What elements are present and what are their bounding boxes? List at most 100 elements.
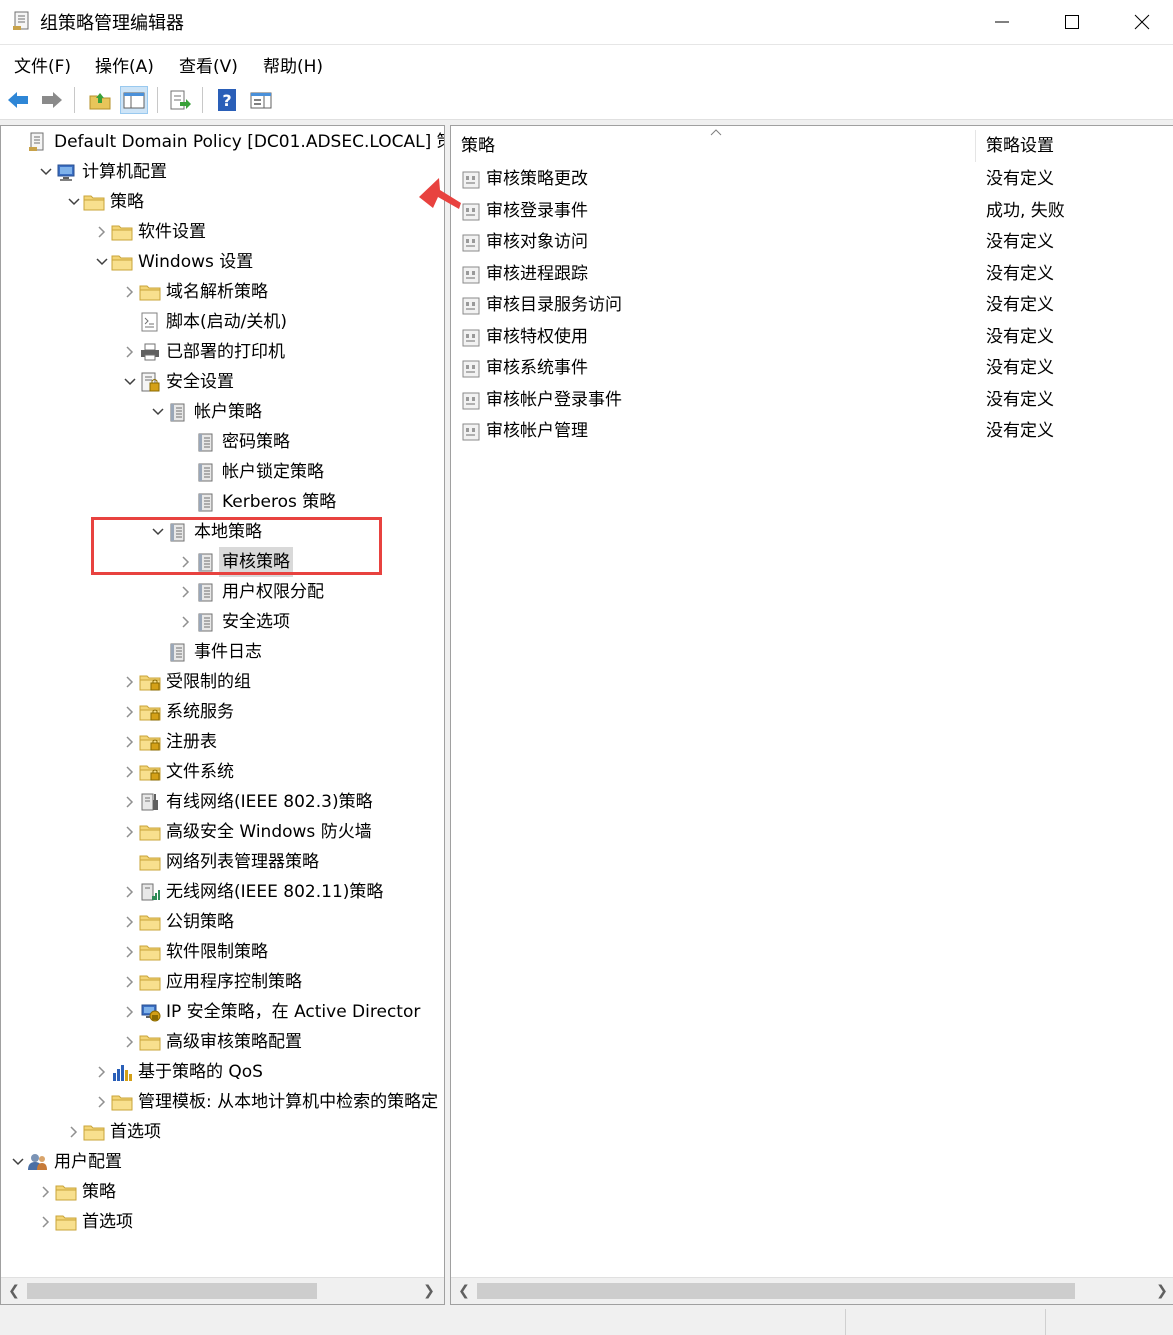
tree-node-label[interactable]: IP 安全策略，在 Active Director (163, 997, 423, 1027)
tree-node-label[interactable]: 安全选项 (219, 607, 293, 637)
chevron-right-icon[interactable] (123, 337, 137, 367)
tree-node-label[interactable]: 计算机配置 (79, 157, 170, 187)
tree-node-label[interactable]: 系统服务 (163, 697, 237, 727)
maximize-button[interactable] (1037, 0, 1107, 44)
close-button[interactable] (1107, 0, 1173, 44)
tree-node-label[interactable]: 软件限制策略 (163, 937, 271, 967)
tree-node-label[interactable]: 脚本(启动/关机) (163, 307, 290, 337)
policy-row[interactable]: 审核策略更改 没有定义 (451, 164, 1173, 195)
policy-row[interactable]: 审核帐户管理 没有定义 (451, 416, 1173, 447)
scrollbar-thumb[interactable] (477, 1283, 1075, 1299)
chevron-right-icon[interactable] (123, 877, 137, 907)
tree-node-label[interactable]: 域名解析策略 (163, 277, 271, 307)
tree-node-label[interactable]: 注册表 (163, 727, 220, 757)
tree-node-label[interactable]: 公钥策略 (163, 907, 237, 937)
tree-node[interactable]: Default Domain Policy [DC01.ADSEC.LOCAL]… (1, 127, 444, 157)
tree-node-label[interactable]: 密码策略 (219, 427, 293, 457)
tree-node-label[interactable]: 受限制的组 (163, 667, 254, 697)
tree-node[interactable]: 注册表 (1, 727, 444, 757)
tree-node[interactable]: 策略 (1, 187, 444, 217)
menu-file[interactable]: 文件(F) (14, 52, 71, 77)
tree-node-label[interactable]: 网络列表管理器策略 (163, 847, 322, 877)
tree-node-label[interactable]: 安全设置 (163, 367, 237, 397)
policy-row[interactable]: 审核帐户登录事件 没有定义 (451, 385, 1173, 416)
chevron-right-icon[interactable] (123, 937, 137, 967)
chevron-right-icon[interactable] (123, 1027, 137, 1057)
chevron-right-icon[interactable] (95, 1087, 109, 1117)
column-divider[interactable] (975, 130, 976, 162)
tree-node-label[interactable]: 策略 (107, 187, 147, 217)
tree-node[interactable]: 用户权限分配 (1, 577, 444, 607)
tree-node-label[interactable]: Default Domain Policy [DC01.ADSEC.LOCAL]… (51, 127, 444, 157)
tree-node-label[interactable]: 高级审核策略配置 (163, 1027, 305, 1057)
tree-node-label[interactable]: 帐户策略 (191, 397, 265, 427)
properties-pane-button[interactable] (247, 86, 275, 114)
tree-node[interactable]: 安全设置 (1, 367, 444, 397)
policy-row[interactable]: 审核目录服务访问 没有定义 (451, 290, 1173, 321)
tree-node[interactable]: 域名解析策略 (1, 277, 444, 307)
tree-node[interactable]: 首选项 (1, 1207, 444, 1237)
chevron-down-icon[interactable] (95, 247, 109, 277)
policy-row[interactable]: 审核特权使用 没有定义 (451, 322, 1173, 353)
export-list-button[interactable] (166, 86, 194, 114)
tree-node[interactable]: 计算机配置 (1, 157, 444, 187)
menu-help[interactable]: 帮助(H) (263, 52, 323, 77)
tree-node-label[interactable]: Windows 设置 (135, 247, 256, 277)
chevron-right-icon[interactable] (179, 577, 193, 607)
tree-node-label[interactable]: 用户权限分配 (219, 577, 327, 607)
minimize-button[interactable] (967, 0, 1037, 44)
tree-node-label[interactable]: 用户配置 (51, 1147, 125, 1177)
tree-node-label[interactable]: 已部署的打印机 (163, 337, 288, 367)
tree-node[interactable]: Windows 设置 (1, 247, 444, 277)
tree-node-label[interactable]: 首选项 (79, 1207, 136, 1237)
policy-row[interactable]: 审核系统事件 没有定义 (451, 353, 1173, 384)
scroll-right-icon[interactable]: ❯ (420, 1281, 438, 1301)
chevron-right-icon[interactable] (123, 727, 137, 757)
tree-node[interactable]: 应用程序控制策略 (1, 967, 444, 997)
scroll-right-icon[interactable]: ❯ (1153, 1281, 1171, 1301)
help-button[interactable]: ? (213, 86, 241, 114)
tree-node[interactable]: 基于策略的 QoS (1, 1057, 444, 1087)
policy-row[interactable]: 审核登录事件 成功, 失败 (451, 196, 1173, 227)
tree-node-label[interactable]: 有线网络(IEEE 802.3)策略 (163, 787, 376, 817)
chevron-down-icon[interactable] (123, 367, 137, 397)
chevron-right-icon[interactable] (95, 1057, 109, 1087)
chevron-right-icon[interactable] (123, 277, 137, 307)
chevron-right-icon[interactable] (39, 1207, 53, 1237)
tree-node-label[interactable]: 文件系统 (163, 757, 237, 787)
chevron-right-icon[interactable] (179, 607, 193, 637)
tree-node-label[interactable]: 首选项 (107, 1117, 164, 1147)
show-hide-tree-button[interactable] (120, 86, 148, 114)
tree-node[interactable]: 帐户锁定策略 (1, 457, 444, 487)
scrollbar-thumb[interactable] (27, 1283, 317, 1299)
chevron-right-icon[interactable] (123, 997, 137, 1027)
column-header-setting[interactable]: 策略设置 (986, 126, 1054, 166)
tree-node[interactable]: 无线网络(IEEE 802.11)策略 (1, 877, 444, 907)
tree-node[interactable]: 策略 (1, 1177, 444, 1207)
chevron-down-icon[interactable] (39, 157, 53, 187)
chevron-right-icon[interactable] (123, 697, 137, 727)
policy-row[interactable]: 审核对象访问 没有定义 (451, 227, 1173, 258)
up-level-button[interactable] (86, 86, 114, 114)
tree-node-label[interactable]: 无线网络(IEEE 802.11)策略 (163, 877, 386, 907)
tree-node[interactable]: 有线网络(IEEE 802.3)策略 (1, 787, 444, 817)
list-horizontal-scrollbar[interactable]: ❮ ❯ (451, 1277, 1173, 1304)
tree-node-label[interactable]: 管理模板: 从本地计算机中检索的策略定 (135, 1087, 441, 1117)
chevron-right-icon[interactable] (67, 1117, 81, 1147)
chevron-right-icon[interactable] (123, 757, 137, 787)
chevron-down-icon[interactable] (11, 1147, 25, 1177)
tree-node-label[interactable]: 基于策略的 QoS (135, 1057, 266, 1087)
tree-node[interactable]: 事件日志 (1, 637, 444, 667)
chevron-right-icon[interactable] (123, 667, 137, 697)
tree-node-label[interactable]: 帐户锁定策略 (219, 457, 327, 487)
policy-list-pane[interactable]: 策略 策略设置 审核策略更改 没有定义 审核登录事件 成功, 失败 审核对象访问 没有定义… (450, 125, 1173, 1305)
tree-node[interactable]: 受限制的组 (1, 667, 444, 697)
chevron-down-icon[interactable] (67, 187, 81, 217)
tree-node[interactable]: Kerberos 策略 (1, 487, 444, 517)
tree-node-label[interactable]: Kerberos 策略 (219, 487, 339, 517)
tree-pane[interactable]: Default Domain Policy [DC01.ADSEC.LOCAL]… (0, 125, 445, 1305)
forward-button[interactable] (38, 86, 66, 114)
tree-node[interactable]: 脚本(启动/关机) (1, 307, 444, 337)
tree-node[interactable]: 公钥策略 (1, 907, 444, 937)
tree-node[interactable]: 文件系统 (1, 757, 444, 787)
